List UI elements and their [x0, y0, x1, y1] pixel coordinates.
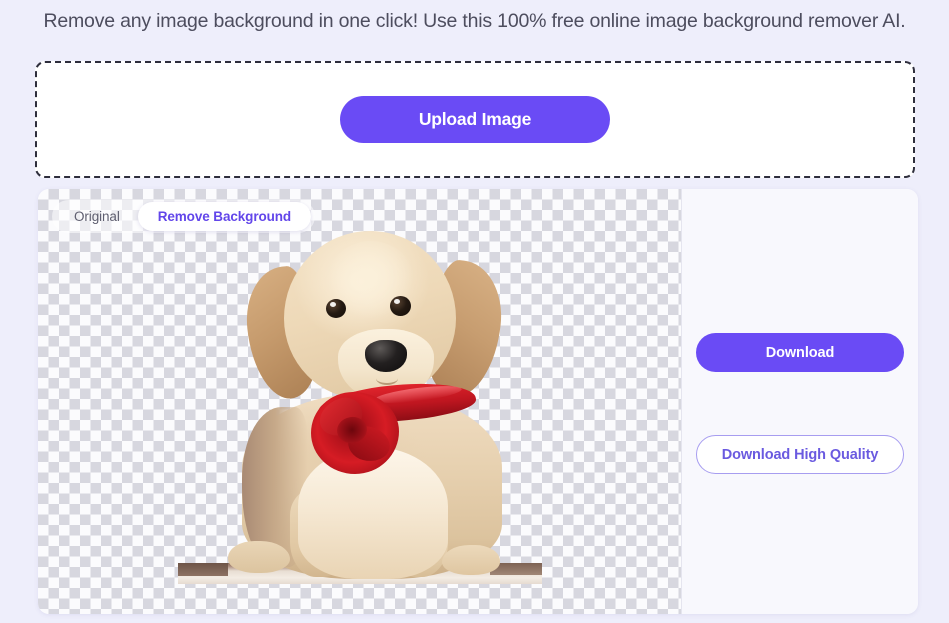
puppy-muzzle — [338, 329, 434, 401]
action-pane: Download Download High Quality — [682, 189, 918, 614]
ledge-surface — [178, 563, 542, 584]
ledge-right-edge — [490, 563, 542, 575]
download-high-quality-button[interactable]: Download High Quality — [696, 435, 904, 474]
puppy-body-shadow — [242, 407, 308, 567]
puppy-body — [242, 394, 502, 579]
ledge-left-edge — [178, 563, 228, 576]
ribbon-highlight — [373, 382, 463, 407]
puppy-eye-right — [390, 296, 411, 316]
puppy-mouth — [376, 372, 398, 385]
upload-image-button[interactable]: Upload Image — [340, 96, 610, 143]
red-ribbon — [316, 378, 478, 428]
puppy-front-leg-left — [290, 489, 348, 577]
rose-center — [334, 414, 370, 446]
rose-petal-upper — [314, 393, 368, 441]
tab-remove-background[interactable]: Remove Background — [137, 202, 312, 231]
puppy-forehead-highlight — [328, 241, 414, 319]
puppy-chest — [298, 447, 448, 579]
puppy-ear-right — [421, 257, 507, 401]
puppy-image — [38, 189, 681, 614]
puppy-paw-right — [442, 545, 500, 575]
puppy-nose — [365, 340, 407, 372]
upload-dropzone[interactable]: Upload Image — [35, 61, 915, 178]
puppy-paw-left — [228, 541, 290, 573]
image-preview-pane: Original Remove Background — [38, 189, 681, 614]
page-title: Remove any image background in one click… — [43, 10, 906, 32]
download-button[interactable]: Download — [696, 333, 904, 372]
puppy-head — [284, 231, 456, 399]
puppy-front-leg-right — [390, 491, 448, 577]
result-card: Original Remove Background Download Down… — [38, 189, 918, 614]
tab-original[interactable]: Original — [56, 202, 138, 231]
preview-tab-bar: Original Remove Background — [52, 200, 316, 233]
puppy-ear-left — [241, 263, 323, 403]
red-rose — [311, 392, 399, 474]
rose-petal-lower — [344, 422, 394, 466]
puppy-eye-left — [326, 299, 346, 318]
